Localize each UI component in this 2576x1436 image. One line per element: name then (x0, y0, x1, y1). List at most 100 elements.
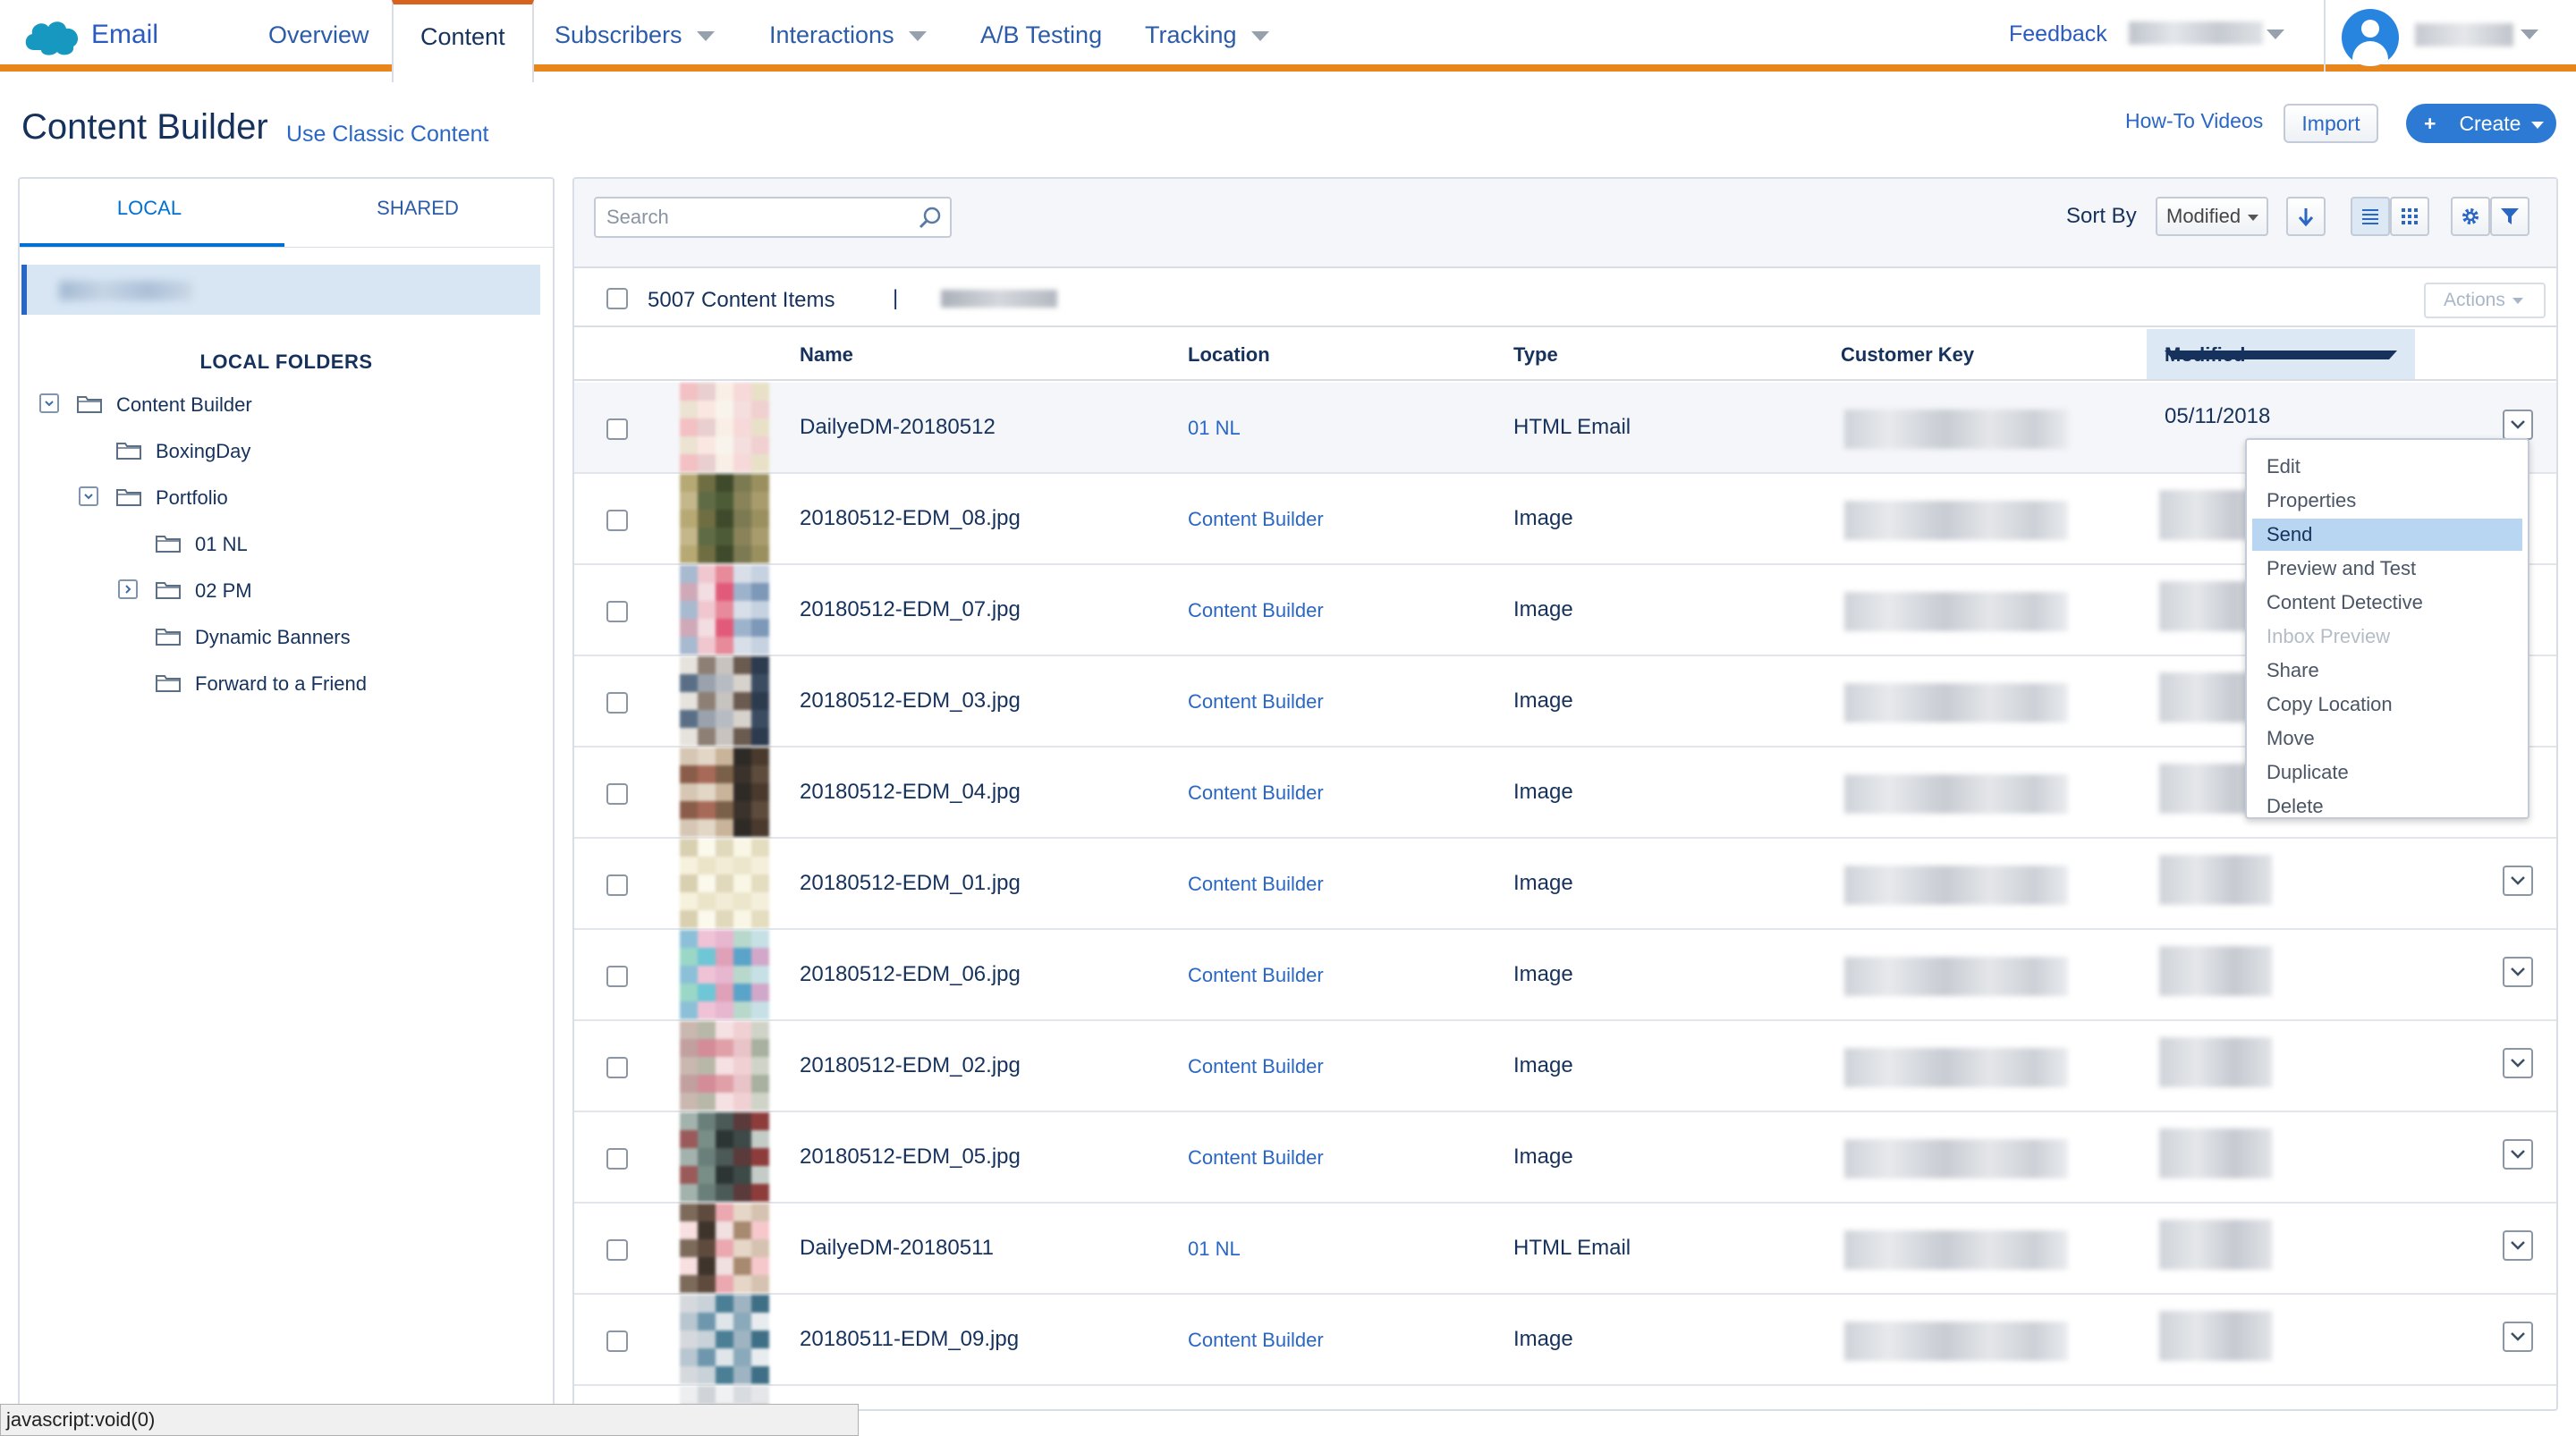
search-icon[interactable] (918, 206, 943, 231)
item-name[interactable]: 20180512-EDM_01.jpg (800, 871, 1021, 896)
item-name[interactable]: 20180512-EDM_02.jpg (800, 1053, 1021, 1078)
table-row[interactable]: 20180511-EDM_09.jpg Content Builder Image (574, 1295, 2556, 1386)
list-view-button[interactable] (2351, 197, 2390, 236)
row-checkbox[interactable] (606, 1330, 628, 1352)
item-name[interactable]: 20180512-EDM_08.jpg (800, 506, 1021, 531)
folder-dynamic-banners[interactable]: Dynamic Banners (20, 619, 538, 655)
account-selector[interactable] (2129, 21, 2263, 45)
folder-forward-to-a-friend[interactable]: Forward to a Friend (20, 665, 538, 701)
row-checkbox[interactable] (606, 1239, 628, 1261)
row-checkbox[interactable] (606, 1057, 628, 1078)
nav-item-a-b-testing[interactable]: A/B Testing (953, 0, 1129, 72)
app-name[interactable]: Email (91, 20, 158, 50)
column-location[interactable]: Location (1188, 343, 1270, 367)
item-location[interactable]: 01 NL (1188, 1237, 1241, 1261)
avatar[interactable] (2342, 9, 2399, 66)
item-name[interactable]: 20180512-EDM_06.jpg (800, 962, 1021, 987)
item-name[interactable]: 20180512-EDM_04.jpg (800, 780, 1021, 805)
settings-button[interactable] (2451, 197, 2490, 236)
item-location[interactable]: 01 NL (1188, 417, 1241, 440)
folder-02-pm[interactable]: 02 PM (20, 572, 538, 608)
item-location[interactable]: Content Builder (1188, 781, 1324, 805)
selected-business-unit[interactable] (21, 265, 540, 315)
tab-shared[interactable]: SHARED (288, 197, 547, 220)
row-actions-button[interactable] (2503, 866, 2533, 896)
item-location[interactable]: Content Builder (1188, 873, 1324, 896)
expand-toggle[interactable] (118, 579, 138, 599)
item-location[interactable]: Content Builder (1188, 690, 1324, 714)
create-button[interactable]: + Create (2406, 104, 2556, 143)
row-checkbox[interactable] (606, 874, 628, 896)
column-type[interactable]: Type (1513, 343, 1558, 367)
folder-boxingday[interactable]: BoxingDay (20, 433, 538, 469)
sort-select[interactable]: Modified (2156, 197, 2268, 236)
table-row[interactable]: 20180512-EDM_02.jpg Content Builder Image (574, 1021, 2556, 1112)
item-location[interactable]: Content Builder (1188, 1146, 1324, 1170)
select-all-checkbox[interactable] (606, 288, 628, 309)
item-name[interactable]: DailyeDM-20180512 (800, 415, 996, 440)
item-location[interactable]: Content Builder (1188, 599, 1324, 622)
row-checkbox[interactable] (606, 510, 628, 531)
menu-item-delete[interactable]: Delete (2252, 790, 2522, 823)
menu-item-duplicate[interactable]: Duplicate (2252, 756, 2522, 789)
row-checkbox[interactable] (606, 783, 628, 805)
item-location[interactable]: Content Builder (1188, 508, 1324, 531)
menu-item-preview-and-test[interactable]: Preview and Test (2252, 553, 2522, 585)
nav-item-content[interactable]: Content (392, 0, 534, 82)
menu-item-move[interactable]: Move (2252, 722, 2522, 755)
item-location[interactable]: Content Builder (1188, 1055, 1324, 1078)
menu-item-properties[interactable]: Properties (2252, 485, 2522, 517)
item-location[interactable]: Content Builder (1188, 1329, 1324, 1352)
import-button[interactable]: Import (2284, 104, 2378, 143)
table-row[interactable]: DailyeDM-20180511 01 NL HTML Email (574, 1204, 2556, 1295)
menu-item-content-detective[interactable]: Content Detective (2252, 587, 2522, 619)
nav-item-overview[interactable]: Overview (242, 0, 396, 72)
item-location[interactable]: Content Builder (1188, 964, 1324, 987)
table-row[interactable]: 20180512-EDM_01.jpg Content Builder Image (574, 839, 2556, 930)
folder-01-nl[interactable]: 01 NL (20, 526, 538, 562)
salesforce-cloud-icon[interactable] (21, 16, 80, 57)
chevron-down-icon[interactable] (2521, 30, 2538, 39)
row-checkbox[interactable] (606, 418, 628, 440)
item-name[interactable]: 20180512-EDM_07.jpg (800, 597, 1021, 622)
row-actions-button[interactable] (2503, 1322, 2533, 1352)
column-modified[interactable]: Modified (2147, 329, 2415, 379)
item-name[interactable]: 20180512-EDM_03.jpg (800, 688, 1021, 714)
row-checkbox[interactable] (606, 966, 628, 987)
item-name[interactable]: 20180512-EDM_05.jpg (800, 1145, 1021, 1170)
row-actions-button[interactable] (2503, 957, 2533, 987)
row-actions-button[interactable] (2503, 1230, 2533, 1261)
table-row[interactable]: 20180512-EDM_06.jpg Content Builder Image (574, 930, 2556, 1021)
actions-button[interactable]: Actions (2424, 283, 2546, 318)
use-classic-content-link[interactable]: Use Classic Content (286, 122, 488, 148)
filter-button[interactable] (2490, 197, 2529, 236)
collapse-toggle[interactable] (39, 393, 59, 413)
table-row[interactable]: 20180512-EDM_05.jpg Content Builder Image (574, 1112, 2556, 1204)
grid-view-button[interactable] (2390, 197, 2429, 236)
table-row[interactable]: 05/11/2018 (574, 1386, 2556, 1409)
menu-item-copy-location[interactable]: Copy Location (2252, 688, 2522, 721)
feedback-link[interactable]: Feedback (2009, 21, 2107, 47)
menu-item-send[interactable]: Send (2252, 519, 2522, 551)
menu-item-edit[interactable]: Edit (2252, 451, 2522, 483)
chevron-down-icon[interactable] (2267, 30, 2284, 39)
row-checkbox[interactable] (606, 1148, 628, 1170)
row-actions-button[interactable] (2503, 1048, 2533, 1078)
user-name[interactable] (2415, 23, 2513, 46)
folder-portfolio[interactable]: Portfolio (20, 479, 538, 515)
row-checkbox[interactable] (606, 692, 628, 714)
nav-item-subscribers[interactable]: Subscribers (528, 0, 741, 72)
row-checkbox[interactable] (606, 601, 628, 622)
nav-item-interactions[interactable]: Interactions (742, 0, 953, 72)
menu-item-share[interactable]: Share (2252, 655, 2522, 687)
row-actions-button[interactable] (2503, 410, 2533, 440)
collapse-toggle[interactable] (79, 486, 98, 506)
item-name[interactable]: 20180511-EDM_09.jpg (800, 1327, 1019, 1352)
column-name[interactable]: Name (800, 343, 853, 367)
nav-item-tracking[interactable]: Tracking (1118, 0, 1296, 72)
how-to-videos-link[interactable]: How-To Videos (2125, 109, 2263, 133)
item-name[interactable]: DailyeDM-20180511 (800, 1236, 994, 1261)
row-actions-button[interactable] (2503, 1139, 2533, 1170)
sort-direction-button[interactable] (2286, 197, 2326, 236)
search-input[interactable]: Search (594, 197, 952, 238)
